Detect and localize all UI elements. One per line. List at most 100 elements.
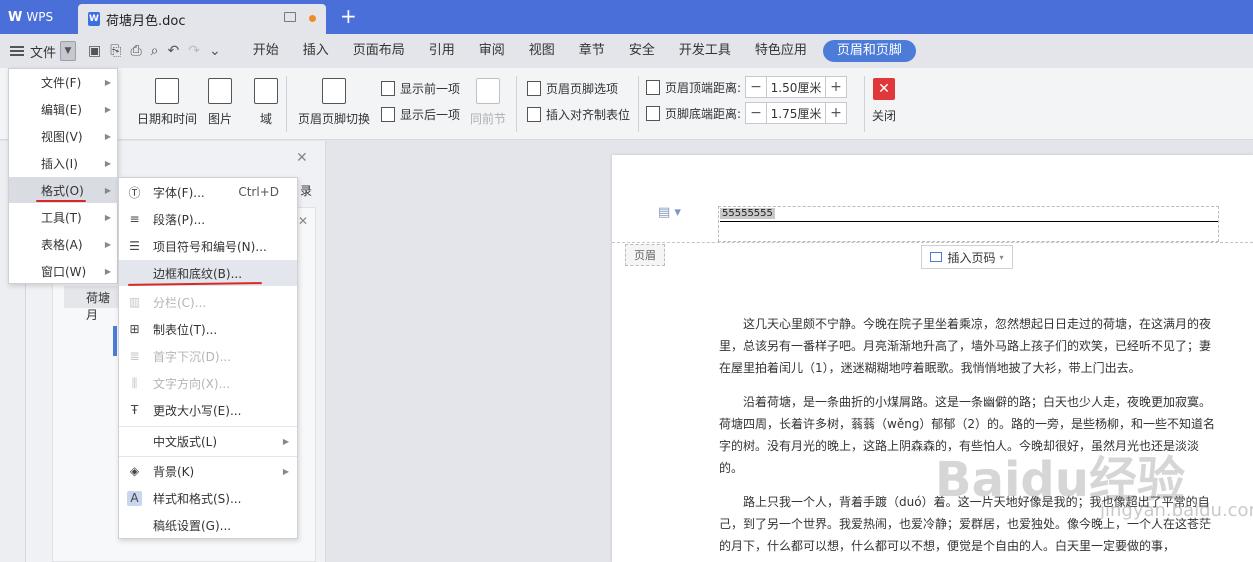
menu-item-label: 首字下沉(D)... [153, 349, 232, 364]
field-button[interactable]: 域 [254, 78, 278, 127]
menu-item-label: 工具(T) [41, 210, 82, 225]
header-distance-increment[interactable]: + [826, 77, 846, 97]
options-icon [527, 81, 541, 96]
print-icon[interactable]: ⎙ [130, 43, 141, 59]
tab-references[interactable]: 引用 [417, 40, 467, 62]
menu-item-label: 样式和格式(S)... [153, 491, 242, 506]
menu-item-tab-stops[interactable]: ⊞ 制表位(T)... [119, 316, 297, 342]
ribbon-tabs: 开始 插入 页面布局 引用 审阅 视图 章节 安全 开发工具 特色应用 页眉和页… [241, 40, 916, 62]
close-label: 关闭 [872, 109, 897, 123]
menu-item-paragraph[interactable]: ≡ 段落(P)... [119, 206, 297, 232]
footer-distance-increment[interactable]: + [826, 103, 846, 123]
menu-item-window[interactable]: 窗口(W) ▶ [9, 258, 119, 284]
new-tab-button[interactable]: + [340, 4, 357, 28]
menu-item-drop-cap[interactable]: ≣ 首字下沉(D)... [119, 343, 297, 369]
menu-item-columns[interactable]: ▥ 分栏(C)... [119, 289, 297, 315]
tab-security[interactable]: 安全 [617, 40, 667, 62]
redo-icon[interactable]: ↷ [188, 43, 200, 59]
close-icon[interactable]: ✕ [296, 150, 308, 166]
chevron-down-icon[interactable]: ▼ [60, 41, 77, 61]
chevron-right-icon: ▶ [282, 466, 289, 476]
menu-item-bullets-numbering[interactable]: ☰ 项目符号和编号(N)... [119, 233, 297, 259]
monitor-icon[interactable] [284, 12, 296, 22]
save-icon[interactable]: ▣ [88, 43, 101, 59]
header-boundary [612, 242, 1253, 243]
menu-item-insert[interactable]: 插入(I) ▶ [9, 150, 119, 176]
wps-home-tab[interactable]: W WPS [0, 0, 74, 34]
columns-icon: ▥ [128, 295, 141, 309]
tab-view[interactable]: 视图 [517, 40, 567, 62]
footer-distance-input[interactable]: 1.75厘米 [766, 103, 827, 123]
field-label: 域 [259, 112, 272, 126]
header-distance-icon [646, 79, 660, 95]
menu-item-background[interactable]: ◈ 背景(K) ▶ [119, 458, 297, 484]
insert-align-tab-button[interactable]: 插入对齐制表位 [527, 106, 630, 123]
insert-page-number-button[interactable]: 插入页码 ▾ [921, 245, 1013, 269]
tab-insert[interactable]: 插入 [291, 40, 341, 62]
same-as-previous-button[interactable]: 同前节 [470, 78, 506, 127]
menu-item-tools[interactable]: 工具(T) ▶ [9, 204, 119, 230]
tab-developer[interactable]: 开发工具 [667, 40, 743, 62]
catalog-tab-label[interactable]: 录 [300, 182, 312, 199]
print-preview-icon[interactable]: ⌕ [151, 43, 159, 59]
chevron-right-icon: ▶ [104, 239, 111, 249]
header-distance-input[interactable]: 1.50厘米 [766, 77, 827, 97]
hamburger-icon [10, 46, 24, 56]
header-text[interactable]: 55555555 [720, 208, 775, 219]
menu-item-font[interactable]: Ⓣ 字体(F)... Ctrl+D [119, 179, 297, 205]
menu-item-chinese-layout[interactable]: 中文版式(L) ▶ [119, 428, 297, 454]
tab-start[interactable]: 开始 [241, 40, 291, 62]
document-tab[interactable]: W 荷塘月色.doc [78, 4, 326, 34]
main-menu: 文件(F) ▶ 编辑(E) ▶ 视图(V) ▶ 插入(I) ▶ 格式(O) ▶ 工具(T)… [8, 68, 119, 284]
close-header-footer-button[interactable]: ✕ 关闭 [872, 78, 896, 124]
unsaved-dot-icon [309, 15, 316, 22]
font-icon: Ⓣ [128, 185, 141, 200]
date-time-button[interactable]: 日期和时间 [137, 78, 197, 127]
tab-special[interactable]: 特色应用 [743, 40, 819, 62]
menu-item-text-direction[interactable]: ⫼ 文字方向(X)... [119, 370, 297, 396]
footer-bottom-label: 页脚底端距离: [665, 106, 742, 121]
header-options-icon[interactable]: ▤ ▾ [658, 205, 681, 220]
date-time-label: 日期和时间 [137, 112, 198, 126]
menu-item-change-case[interactable]: Ŧ 更改大小写(E)... [119, 397, 297, 423]
picture-icon [208, 78, 232, 104]
menu-item-manuscript-settings[interactable]: 稿纸设置(G)... [119, 512, 297, 538]
menu-item-file[interactable]: 文件(F) ▶ [9, 69, 119, 95]
nav-heading-item[interactable]: 荷塘月 [64, 286, 118, 322]
menu-item-label: 制表位(T)... [153, 322, 218, 337]
menu-item-label: 更改大小写(E)... [153, 403, 242, 418]
text-direction-icon: ⫼ [131, 375, 138, 390]
menu-divider [119, 456, 297, 457]
menu-item-label: 项目符号和编号(N)... [153, 239, 267, 254]
picture-button[interactable]: 图片 [208, 78, 232, 127]
show-next-button[interactable]: 显示后一项 [381, 106, 460, 123]
menu-bar: 文件 ▼ ▣ ⎘ ⎙ ⌕ ↶ ↷ ⌄ 开始 插入 页面布局 引用 审阅 视图 章… [0, 34, 1253, 68]
chevron-right-icon: ▶ [104, 266, 111, 276]
tab-header-footer[interactable]: 页眉和页脚 [822, 40, 916, 62]
menu-item-view[interactable]: 视图(V) ▶ [9, 123, 119, 149]
menu-item-styles-formatting[interactable]: A 样式和格式(S)... [119, 485, 297, 511]
header-area[interactable] [718, 206, 1219, 242]
toolbar-divider [638, 76, 639, 132]
header-underline [720, 221, 1218, 222]
footer-distance-decrement[interactable]: − [746, 103, 766, 123]
output-pdf-icon[interactable]: ⎘ [110, 43, 121, 59]
customize-icon[interactable]: ⌄ [209, 43, 221, 59]
tab-page-layout[interactable]: 页面布局 [341, 40, 417, 62]
tab-stop-icon: ⊞ [129, 322, 140, 336]
drop-cap-icon: ≣ [129, 349, 140, 363]
header-distance-decrement[interactable]: − [746, 77, 766, 97]
show-previous-button[interactable]: 显示前一项 [381, 80, 460, 97]
chevron-right-icon: ▶ [104, 185, 111, 195]
close-icon[interactable]: ✕ [298, 214, 308, 228]
menu-item-table[interactable]: 表格(A) ▶ [9, 231, 119, 257]
menu-item-edit[interactable]: 编辑(E) ▶ [9, 96, 119, 122]
show-next-label: 显示后一项 [400, 108, 461, 122]
tab-chapter[interactable]: 章节 [567, 40, 617, 62]
body-paragraph[interactable]: 这几天心里颇不宁静。今晚在院子里坐着乘凉，忽然想起日日走过的荷塘，在这满月的夜里… [719, 313, 1219, 379]
header-footer-switch-button[interactable]: 页眉页脚切换 [298, 78, 370, 127]
undo-icon[interactable]: ↶ [168, 43, 180, 59]
file-menu-button[interactable]: 文件 ▼ [10, 41, 77, 61]
header-footer-options-button[interactable]: 页眉页脚选项 [527, 80, 618, 97]
tab-review[interactable]: 审阅 [467, 40, 517, 62]
